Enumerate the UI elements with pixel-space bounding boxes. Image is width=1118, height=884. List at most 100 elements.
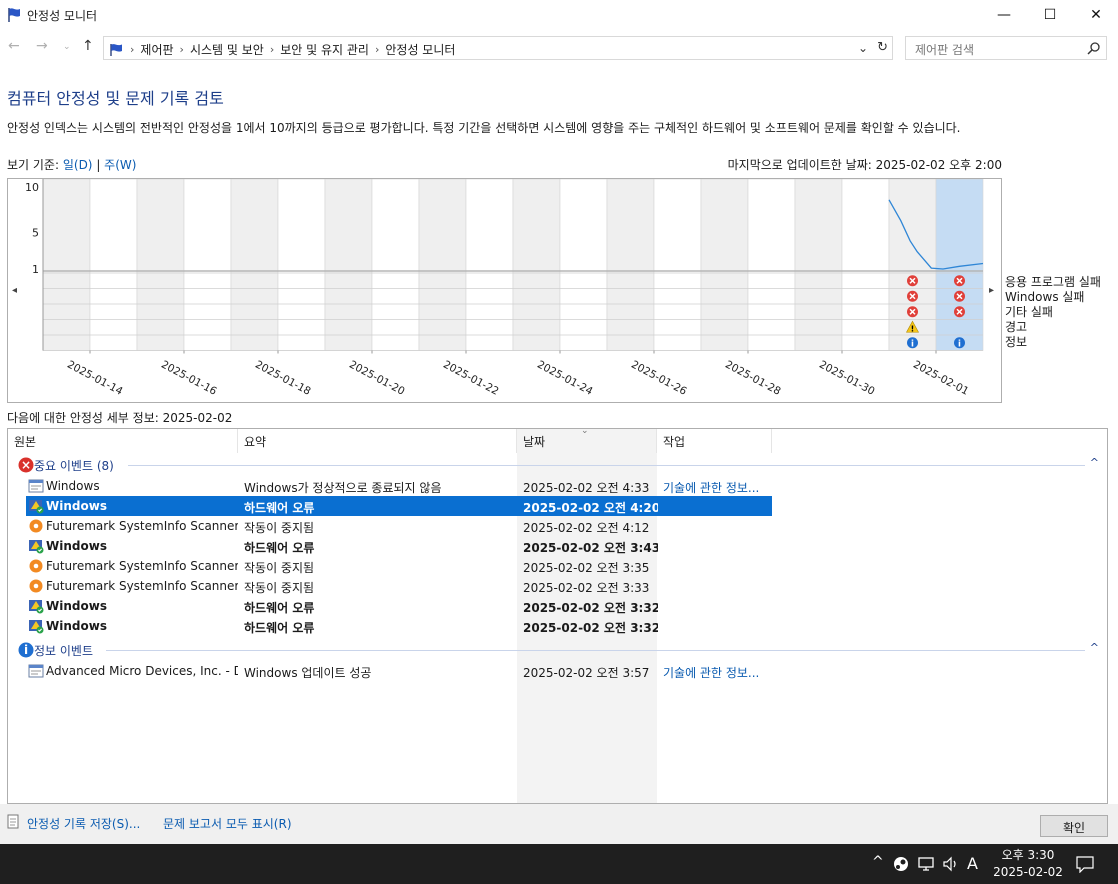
info-icon-mark: i xyxy=(958,339,961,349)
back-icon[interactable]: ← xyxy=(8,38,20,54)
refresh-icon[interactable]: ↻ xyxy=(877,40,888,55)
event-summary: 하드웨어 오류 xyxy=(244,541,315,555)
collapse-chevron-icon[interactable]: ^ xyxy=(1090,456,1099,469)
maximize-button[interactable]: ☐ xyxy=(1027,0,1073,30)
chevron-right-icon[interactable]: › xyxy=(270,43,274,56)
stability-chart-svg[interactable]: 10 5 1 ◂ ▸ 2025-01-14 2025-01-16 2025-01-18 2025… xyxy=(8,179,1001,402)
event-row[interactable]: Windows 하드웨어 오류 2025-02-02 오전 4:20 xyxy=(26,496,772,516)
event-date: 2025-02-02 오전 3:57 xyxy=(523,666,650,680)
chevron-right-icon[interactable]: › xyxy=(180,43,184,56)
event-summary: Windows가 정상적으로 종료되지 않음 xyxy=(244,481,442,495)
error-icon: × xyxy=(18,457,34,473)
event-row[interactable]: Windows 하드웨어 오류 2025-02-02 오전 3:32 xyxy=(26,596,772,616)
event-action-link[interactable]: 기술에 관한 정보... xyxy=(663,664,773,681)
event-list[interactable]: 원본 요약 날짜 ⌄ 작업 × 중요 이벤트 (8) ^ Windows Windows… xyxy=(7,428,1108,804)
network-icon[interactable] xyxy=(918,856,936,872)
group-info-events[interactable]: i 정보 이벤트 ^ xyxy=(8,640,1107,660)
x-tick-label: 2025-01-16 xyxy=(159,359,219,398)
day-column[interactable] xyxy=(371,179,420,351)
collapse-chevron-icon[interactable]: ^ xyxy=(1090,641,1099,654)
x-tick-label: 2025-02-01 xyxy=(911,359,971,398)
event-source: Windows xyxy=(46,539,107,553)
view-by: 보기 기준: 일(D) | 주(W) xyxy=(7,156,136,173)
event-source: Windows xyxy=(46,619,107,633)
breadcrumb-security-maintenance[interactable]: 보안 및 유지 관리 xyxy=(280,41,369,58)
day-column[interactable] xyxy=(89,179,138,351)
day-column[interactable] xyxy=(794,179,843,351)
event-action-link[interactable]: 기술에 관한 정보... xyxy=(663,479,773,496)
chevron-right-icon[interactable]: › xyxy=(375,43,379,56)
day-column[interactable] xyxy=(183,179,232,351)
document-icon xyxy=(7,814,19,829)
event-source: Windows xyxy=(46,599,107,613)
stability-chart[interactable]: 10 5 1 ◂ ▸ 2025-01-14 2025-01-16 2025-01-18 2025… xyxy=(7,178,1002,403)
ime-indicator[interactable]: A xyxy=(967,854,978,873)
day-column[interactable] xyxy=(653,179,702,351)
close-button[interactable]: ✕ xyxy=(1073,0,1118,30)
breadcrumb-control-panel[interactable]: 제어판 xyxy=(140,41,173,58)
futuremark-icon xyxy=(28,578,44,594)
warning-icon-mark: ! xyxy=(911,324,915,333)
event-row[interactable]: Futuremark SystemInfo Scanner 작동이 중지됨 2025… xyxy=(26,516,772,536)
search-icon[interactable] xyxy=(1087,42,1100,55)
volume-icon[interactable] xyxy=(942,856,960,872)
up-icon[interactable]: ↑ xyxy=(82,38,94,54)
event-date: 2025-02-02 오전 4:33 xyxy=(523,481,650,495)
day-column[interactable] xyxy=(841,179,890,351)
group-title: 중요 이벤트 (8) xyxy=(34,459,114,473)
day-column[interactable] xyxy=(418,179,467,351)
day-column[interactable] xyxy=(324,179,373,351)
breadcrumb-system-security[interactable]: 시스템 및 보안 xyxy=(190,41,264,58)
breadcrumb-reliability-monitor[interactable]: 안정성 모니터 xyxy=(385,41,455,58)
show-all-reports-link[interactable]: 문제 보고서 모두 표시(R) xyxy=(163,815,292,832)
ok-button[interactable]: 확인 xyxy=(1040,815,1108,837)
view-by-day-link[interactable]: 일(D) xyxy=(63,158,93,172)
day-column[interactable] xyxy=(700,179,749,351)
search-input[interactable]: 제어판 검색 xyxy=(905,36,1107,60)
chart-row-labels: 응용 프로그램 실패 Windows 실패 기타 실패 경고 정보 xyxy=(1005,275,1101,350)
day-column[interactable] xyxy=(277,179,326,351)
event-source: Futuremark SystemInfo Scanner xyxy=(46,579,238,593)
forward-icon[interactable]: → xyxy=(36,38,48,54)
event-row[interactable]: Futuremark SystemInfo Scanner 작동이 중지됨 2025… xyxy=(26,576,772,596)
day-column[interactable] xyxy=(512,179,561,351)
scroll-right-icon[interactable]: ▸ xyxy=(989,285,994,296)
details-title: 다음에 대한 안정성 세부 정보: 2025-02-02 xyxy=(7,411,233,425)
event-row[interactable]: Windows 하드웨어 오류 2025-02-02 오전 3:43 xyxy=(26,536,772,556)
address-bar[interactable]: › 제어판 › 시스템 및 보안 › 보안 및 유지 관리 › 안정성 모니터 … xyxy=(103,36,893,60)
day-column[interactable] xyxy=(42,179,91,351)
view-by-label: 보기 기준: xyxy=(7,158,63,172)
chart-row-label: Windows 실패 xyxy=(1005,290,1085,304)
event-row[interactable]: Futuremark SystemInfo Scanner 작동이 중지됨 2025… xyxy=(26,556,772,576)
day-column[interactable] xyxy=(230,179,279,351)
chart-row-label: 기타 실패 xyxy=(1005,305,1053,319)
event-row[interactable]: Windows 하드웨어 오류 2025-02-02 오전 3:32 xyxy=(26,616,772,636)
day-column[interactable] xyxy=(136,179,185,351)
day-column[interactable] xyxy=(465,179,514,351)
group-critical-events[interactable]: × 중요 이벤트 (8) ^ xyxy=(8,455,1107,475)
recent-locations-icon[interactable]: ⌄ xyxy=(63,42,71,52)
event-row[interactable]: Advanced Micro Devices, Inc. - D... Windo… xyxy=(26,661,772,681)
view-by-week-link[interactable]: 주(W) xyxy=(104,158,136,172)
event-source: Advanced Micro Devices, Inc. - D... xyxy=(46,664,238,678)
day-column[interactable] xyxy=(606,179,655,351)
scroll-left-icon[interactable]: ◂ xyxy=(12,285,17,296)
steam-icon[interactable] xyxy=(893,856,909,872)
x-tick-label: 2025-01-30 xyxy=(817,359,877,398)
day-column[interactable] xyxy=(747,179,796,351)
footer-bar: 안정성 기록 저장(S)... 문제 보고서 모두 표시(R) 확인 xyxy=(0,804,1118,844)
minimize-button[interactable]: — xyxy=(981,0,1027,30)
event-list-body: × 중요 이벤트 (8) ^ Windows Windows가 정상적으로 종료되지 않… xyxy=(8,429,1107,803)
clock[interactable]: 오후 3:30 2025-02-02 xyxy=(988,847,1068,881)
day-column[interactable] xyxy=(559,179,608,351)
chevron-down-icon[interactable]: ⌄ xyxy=(858,41,868,55)
event-summary: 하드웨어 오류 xyxy=(244,501,315,515)
event-summary: 하드웨어 오류 xyxy=(244,621,315,635)
event-summary: 하드웨어 오류 xyxy=(244,601,315,615)
svg-text:i: i xyxy=(24,643,28,657)
save-history-link[interactable]: 안정성 기록 저장(S)... xyxy=(27,815,140,832)
chevron-up-icon[interactable]: ^ xyxy=(872,854,884,870)
notifications-icon[interactable] xyxy=(1076,856,1094,873)
event-row[interactable]: Windows Windows가 정상적으로 종료되지 않음 2025-02-02 … xyxy=(26,476,772,496)
flag-icon xyxy=(110,43,122,56)
